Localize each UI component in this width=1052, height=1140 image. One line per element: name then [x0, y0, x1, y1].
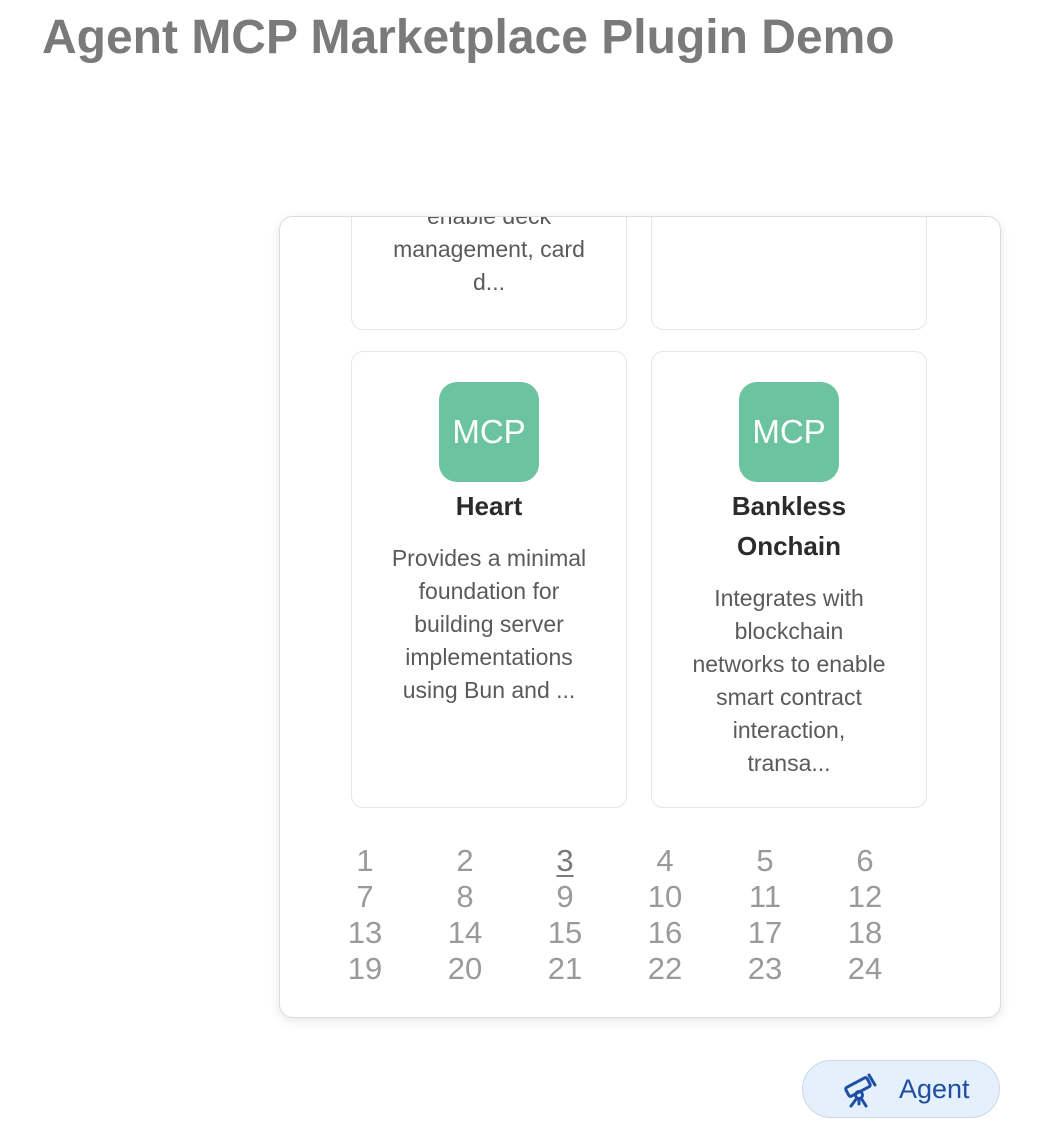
plugin-card[interactable]: [651, 217, 927, 330]
name-line: Onchain: [736, 531, 841, 561]
page-link[interactable]: 22: [615, 951, 715, 987]
page-link[interactable]: 2: [415, 843, 515, 879]
telescope-icon: [839, 1068, 881, 1110]
agent-button[interactable]: Agent: [802, 1060, 1000, 1118]
description-line: implementations: [405, 644, 573, 670]
pagination: 1 2 3 4 5 6 7 8 9 10 11 12 13 14 15 16 1…: [315, 843, 915, 987]
page-link[interactable]: 8: [415, 879, 515, 915]
plugin-card-name: Bankless Onchain: [652, 486, 926, 566]
description-line: building server: [414, 611, 564, 637]
page-link[interactable]: 24: [815, 951, 915, 987]
name-line: Bankless: [731, 491, 847, 521]
description-line: blockchain: [734, 618, 844, 644]
page-link[interactable]: 4: [615, 843, 715, 879]
page-link-current[interactable]: 3: [515, 843, 615, 879]
page-link[interactable]: 20: [415, 951, 515, 987]
plugin-card-bankless-onchain[interactable]: MCP Bankless Onchain Integrates with blo…: [651, 351, 927, 808]
mcp-icon: MCP: [739, 382, 839, 482]
page-link[interactable]: 15: [515, 915, 615, 951]
page-link[interactable]: 23: [715, 951, 815, 987]
name-line: Heart: [455, 491, 523, 521]
description-line: smart contract: [716, 684, 862, 710]
description-line: networks to enable: [692, 651, 886, 677]
description-line: management, card: [393, 236, 585, 262]
page-link[interactable]: 9: [515, 879, 615, 915]
plugin-card-name: Heart: [352, 486, 626, 526]
plugin-marketplace-panel[interactable]: enable deck management, card d... MCP He…: [279, 216, 1001, 1018]
page-link[interactable]: 1: [315, 843, 415, 879]
agent-button-label: Agent: [899, 1073, 970, 1104]
page-link[interactable]: 10: [615, 879, 715, 915]
description-line: transa...: [747, 750, 831, 776]
page-link[interactable]: 5: [715, 843, 815, 879]
plugin-card-description: Integrates with blockchain networks to e…: [652, 582, 926, 780]
mcp-icon: MCP: [439, 382, 539, 482]
plugin-card-description: Provides a minimal foundation for buildi…: [352, 542, 626, 707]
description-line: Integrates with: [714, 585, 864, 611]
description-line: using Bun and ...: [402, 677, 576, 703]
description-line: foundation for: [418, 578, 560, 604]
page-link[interactable]: 6: [815, 843, 915, 879]
page-link[interactable]: 21: [515, 951, 615, 987]
page-link[interactable]: 16: [615, 915, 715, 951]
page-link[interactable]: 19: [315, 951, 415, 987]
page-link[interactable]: 12: [815, 879, 915, 915]
page-link[interactable]: 14: [415, 915, 515, 951]
plugin-card[interactable]: enable deck management, card d...: [351, 216, 627, 330]
description-line: enable deck: [426, 216, 552, 229]
description-line: interaction,: [732, 717, 846, 743]
page-title: Agent MCP Marketplace Plugin Demo: [42, 11, 895, 64]
plugin-card-description: enable deck management, card d...: [352, 216, 626, 299]
plugin-card-heart[interactable]: MCP Heart Provides a minimal foundation …: [351, 351, 627, 808]
page-link[interactable]: 13: [315, 915, 415, 951]
description-line: Provides a minimal: [391, 545, 587, 571]
page-link[interactable]: 18: [815, 915, 915, 951]
page-link[interactable]: 11: [715, 879, 815, 915]
page-link[interactable]: 17: [715, 915, 815, 951]
page-link[interactable]: 7: [315, 879, 415, 915]
description-line: d...: [473, 269, 505, 295]
